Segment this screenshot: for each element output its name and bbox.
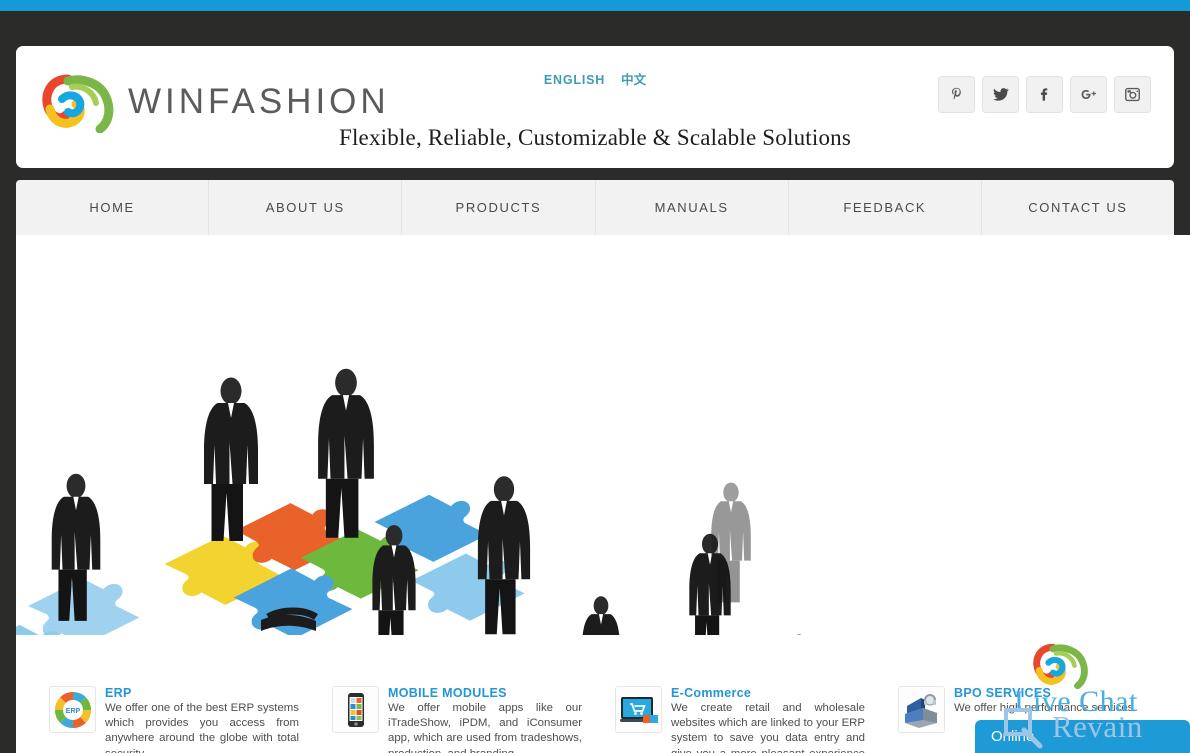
smartphone-icon — [332, 686, 379, 733]
chat-status-label: Online — [991, 728, 1035, 745]
service-description: We offer mobile apps like our iTradeShow… — [388, 702, 582, 753]
erp-color-wheel-icon: ERP — [49, 686, 96, 733]
service-card-erp[interactable]: ERP ERP We offer one of the best ERP sys… — [16, 675, 299, 753]
monitor-shopping-cart-icon — [615, 686, 662, 733]
top-accent-bar — [0, 0, 1190, 11]
service-card-mobile-modules[interactable]: MOBILE MODULES We offer mobile apps like… — [299, 675, 582, 753]
instagram-icon[interactable] — [1114, 76, 1151, 113]
main-navigation: HOME ABOUT US PRODUCTS MANUALS FEEDBACK … — [16, 180, 1174, 235]
facebook-icon[interactable] — [1026, 76, 1063, 113]
nav-item-contact-us[interactable]: CONTACT US — [982, 180, 1174, 235]
nav-item-products[interactable]: PRODUCTS — [402, 180, 596, 235]
nav-item-home[interactable]: HOME — [16, 180, 210, 235]
service-title: ERP — [105, 686, 132, 700]
twitter-icon[interactable] — [982, 76, 1019, 113]
hero-puzzle-businessmen-image — [16, 235, 916, 675]
site-header: WINFASHION ENGLISH 中文 Flexible, Reliable,… — [16, 46, 1174, 168]
pinterest-icon[interactable] — [938, 76, 975, 113]
live-chat-title: Live Chat — [1014, 685, 1138, 718]
service-card-e-commerce[interactable]: E-Commerce We create retail and wholesal… — [582, 675, 865, 753]
nav-item-manuals[interactable]: MANUALS — [596, 180, 789, 235]
language-chinese[interactable]: 中文 — [621, 74, 646, 87]
service-description: We create retail and wholesale websites … — [671, 702, 865, 753]
hero-banner[interactable] — [16, 235, 1190, 675]
brand-name: WINFASHION — [128, 82, 390, 121]
chat-status-bar[interactable]: Online — [975, 720, 1190, 753]
site-tagline: Flexible, Reliable, Customizable & Scala… — [338, 125, 852, 150]
nav-item-feedback[interactable]: FEEDBACK — [789, 180, 982, 235]
server-headset-icon — [898, 686, 945, 733]
service-title: E-Commerce — [671, 686, 752, 700]
winfashion-swirl-logo-icon — [1030, 640, 1096, 690]
live-chat-widget[interactable]: Live Chat Online — [962, 640, 1190, 753]
service-description: We offer one of the best ERP systems whi… — [105, 702, 299, 753]
nav-item-about-us[interactable]: ABOUT US — [209, 180, 403, 235]
social-links — [938, 76, 1151, 113]
svg-text:ERP: ERP — [65, 708, 80, 715]
service-title: MOBILE MODULES — [388, 686, 507, 700]
google-plus-icon[interactable] — [1070, 76, 1107, 113]
language-english[interactable]: ENGLISH — [544, 74, 605, 87]
